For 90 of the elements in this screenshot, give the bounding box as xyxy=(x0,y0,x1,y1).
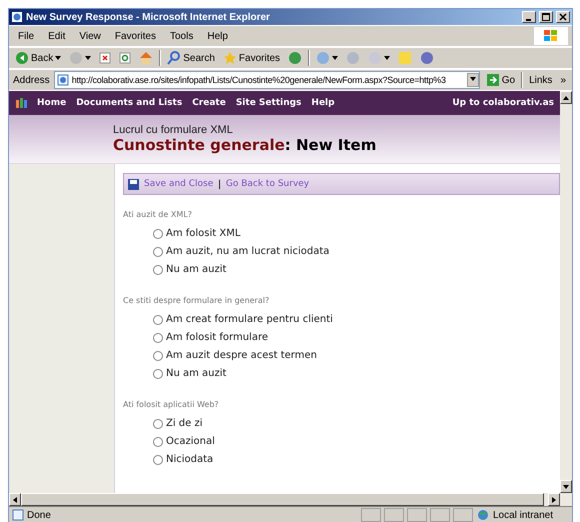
arrow-icon xyxy=(12,496,18,502)
star-icon xyxy=(222,51,237,65)
back-button[interactable]: Back xyxy=(13,51,64,65)
scroll-down-button[interactable] xyxy=(560,480,572,493)
go-arrow-icon xyxy=(486,73,500,87)
page-title: Cunostinte generale: New Item xyxy=(113,136,378,154)
arrow-icon xyxy=(470,76,476,82)
menu-item[interactable]: View xyxy=(74,30,106,42)
search-button[interactable]: Search xyxy=(165,51,217,65)
home-icon xyxy=(139,51,154,65)
arrow-icon xyxy=(332,55,338,61)
globe-icon xyxy=(476,509,490,521)
status-pane xyxy=(360,508,381,522)
zone-label: Local intranet xyxy=(492,510,554,520)
radio-button[interactable] xyxy=(153,418,163,428)
close-icon xyxy=(559,13,567,21)
radio-button[interactable] xyxy=(153,264,163,274)
link-divider: | xyxy=(218,178,221,190)
save-link[interactable]: Save and Close xyxy=(144,179,214,189)
close-button[interactable] xyxy=(556,11,570,23)
scroll-left-button[interactable] xyxy=(9,493,21,506)
arrow-icon xyxy=(563,94,569,100)
scroll-up-button[interactable] xyxy=(560,91,572,104)
window-title: New Survey Response - Microsoft Internet Explorer xyxy=(26,12,271,22)
dropdown-button[interactable] xyxy=(466,73,479,87)
stop-button[interactable] xyxy=(97,52,114,64)
edit-button[interactable] xyxy=(366,51,392,65)
status-pane xyxy=(430,508,450,522)
status-pane xyxy=(406,508,427,522)
arrow-icon xyxy=(55,55,62,61)
arrow-icon xyxy=(384,55,390,61)
refresh-button[interactable] xyxy=(117,52,134,64)
arrow-icon xyxy=(551,496,557,502)
menu-item[interactable]: Help xyxy=(202,30,233,42)
question-label: Ati auzit de XML? xyxy=(123,210,193,219)
radio-button[interactable] xyxy=(153,436,163,446)
status-pane xyxy=(384,508,404,522)
favorites-button[interactable]: Favorites xyxy=(220,51,282,65)
arrow-icon xyxy=(563,484,569,490)
minimize-button[interactable] xyxy=(522,11,536,23)
menu-item[interactable]: Favorites xyxy=(110,30,161,42)
radio-option[interactable]: Am creat formulare pentru clienti xyxy=(153,313,560,326)
note-icon xyxy=(398,51,412,65)
radio-option[interactable]: Am folosit formulare xyxy=(153,331,560,344)
radio-button[interactable] xyxy=(153,368,163,378)
nav-link[interactable]: Documents and Lists xyxy=(76,98,182,108)
radio-button[interactable] xyxy=(153,314,163,324)
arrow-icon xyxy=(85,55,92,61)
status-text: Done xyxy=(27,510,52,520)
radio-button[interactable] xyxy=(153,228,163,238)
forward-button[interactable] xyxy=(67,51,94,65)
radio-option[interactable]: Nu am auzit xyxy=(153,263,560,276)
radio-option[interactable]: Zi de zi xyxy=(153,417,560,430)
maximize-icon xyxy=(542,13,550,21)
radio-option[interactable]: Nu am auzit xyxy=(153,367,560,380)
nav-link[interactable]: Create xyxy=(192,98,226,108)
menu-item[interactable]: File xyxy=(13,30,40,42)
radio-option[interactable]: Am auzit despre acest termen xyxy=(153,349,560,362)
browser-icon xyxy=(11,11,23,23)
status-pane xyxy=(452,508,473,522)
radio-button[interactable] xyxy=(153,332,163,342)
nav-link[interactable]: Help xyxy=(311,98,335,108)
nav-link[interactable]: Home xyxy=(37,98,66,108)
radio-button[interactable] xyxy=(153,350,163,360)
search-icon xyxy=(167,51,182,65)
radio-button[interactable] xyxy=(153,454,163,464)
stop-icon xyxy=(99,52,112,64)
site-title: Lucrul cu formulare XML xyxy=(113,124,234,136)
address-label: Address xyxy=(13,74,50,86)
nav-link[interactable]: Site Settings xyxy=(236,98,302,108)
question-label: Ati folosit aplicatii Web? xyxy=(123,400,220,409)
radio-option[interactable]: Niciodata xyxy=(153,453,560,466)
menu-item[interactable]: Edit xyxy=(43,30,70,42)
radio-button[interactable] xyxy=(153,246,163,256)
radio-option[interactable]: Am folosit XML xyxy=(153,227,560,240)
question-label: Ce stiti despre formulare in general? xyxy=(123,296,270,305)
refresh-icon xyxy=(119,52,132,64)
more-button[interactable]: » xyxy=(558,74,568,86)
up-link[interactable]: Up to colaborativ.as xyxy=(452,98,554,108)
maximize-button[interactable] xyxy=(539,11,553,23)
mail-button[interactable] xyxy=(314,51,340,65)
address-field[interactable]: http://colaborativ.ase.ro/sites/infopath/Lists/Cunostinte%20generale/NewForm.aspx?Source=http%3 xyxy=(54,71,480,89)
go-button[interactable]: Go xyxy=(484,73,518,87)
vertical-scrollbar[interactable] xyxy=(560,91,572,493)
back-link[interactable]: Go Back to Survey xyxy=(226,179,310,189)
radio-option[interactable]: Am auzit, nu am lucrat niciodata xyxy=(153,245,560,258)
scroll-right-button[interactable] xyxy=(548,493,560,506)
radio-option[interactable]: Ocazional xyxy=(153,435,560,448)
links-button[interactable]: Links xyxy=(527,74,554,86)
menu-item[interactable]: Tools xyxy=(164,30,198,42)
